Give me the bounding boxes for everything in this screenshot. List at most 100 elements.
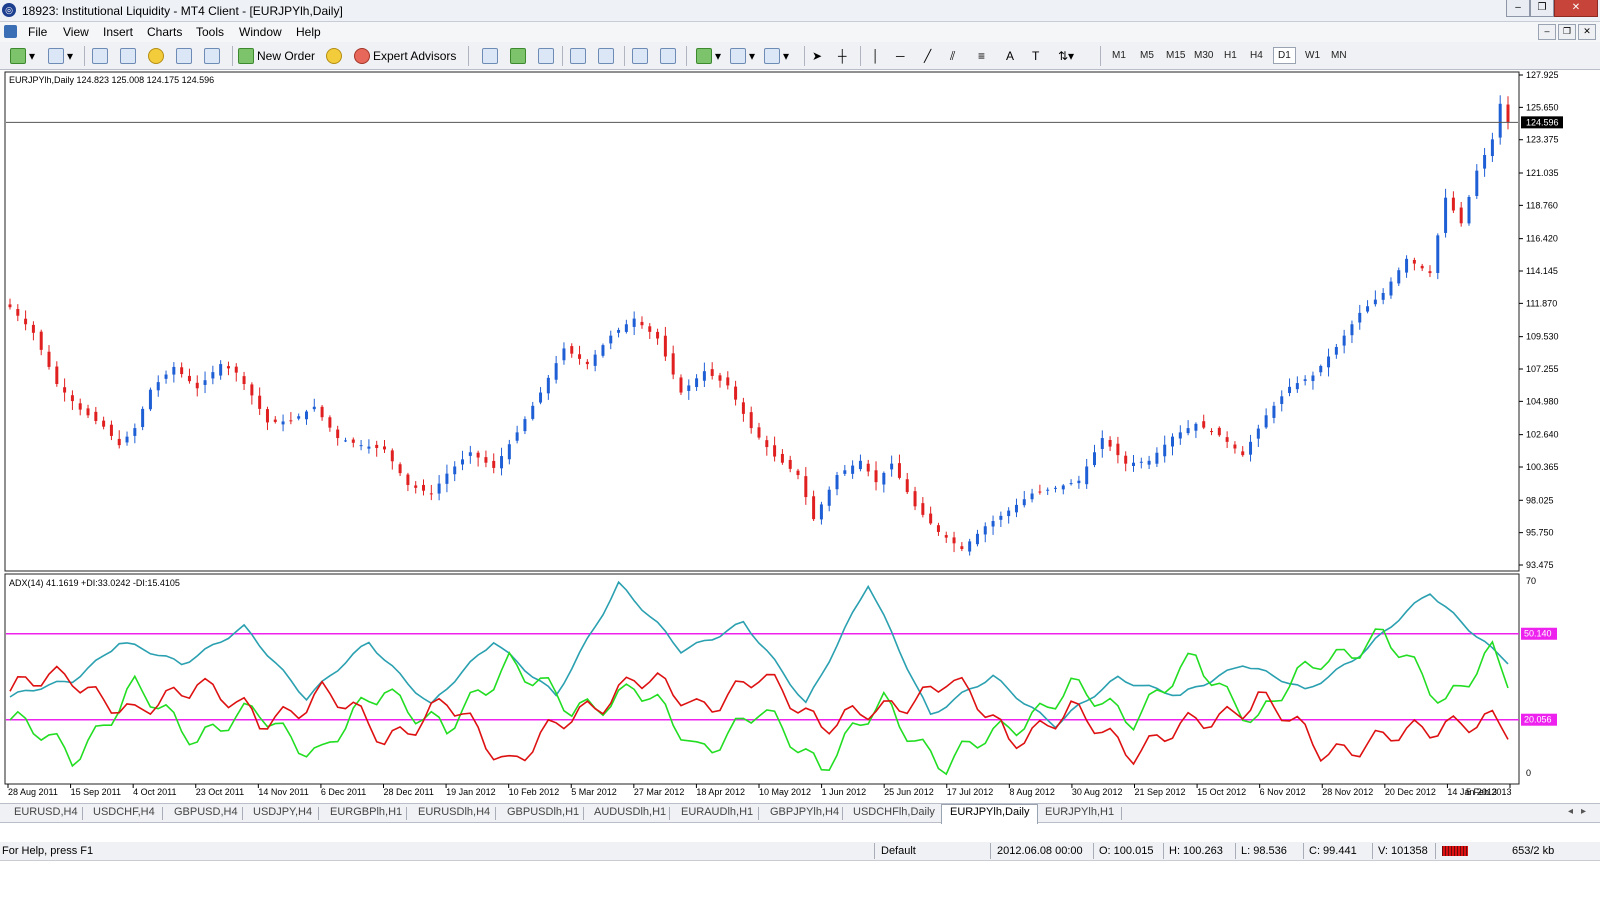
candle-body (617, 329, 621, 333)
templates-button[interactable]: ▾ (764, 46, 789, 66)
menu-window[interactable]: Window (239, 25, 282, 39)
data-window-button[interactable] (148, 46, 164, 66)
candle-body (1217, 427, 1221, 436)
child-minimize-icon[interactable]: – (1538, 24, 1556, 40)
tab-scroll-arrows[interactable]: ◂▸ (1568, 806, 1594, 817)
crosshair-button[interactable]: ┼ (838, 46, 847, 66)
profiles-button[interactable]: ▾ (48, 46, 73, 66)
chart-tab[interactable]: EURGBPlh,H1 (330, 806, 402, 818)
chart-tab[interactable]: GBPJPYlh,H4 (770, 806, 839, 818)
candle-body (476, 452, 480, 458)
zoom-out-button[interactable] (598, 46, 614, 66)
horizontal-line-button[interactable]: ─ (896, 46, 905, 66)
chart-tab[interactable]: USDJPY,H4 (253, 806, 312, 818)
timeframe-h4[interactable]: H4 (1250, 50, 1263, 61)
title-bar: ◎ 18923: Institutional Liquidity - MT4 C… (0, 0, 1600, 22)
terminal-button[interactable] (176, 46, 192, 66)
trendline-button[interactable]: ╱ (924, 46, 931, 66)
price-axis-label: 98.025 (1526, 495, 1554, 505)
vertical-line-button[interactable]: │ (872, 46, 880, 66)
document-icon[interactable] (4, 25, 17, 38)
timeframe-h1[interactable]: H1 (1224, 50, 1237, 61)
chart-tab[interactable]: AUDUSDlh,H1 (594, 806, 666, 818)
candle-body (367, 446, 371, 449)
navigator-button[interactable] (120, 46, 136, 66)
menu-help[interactable]: Help (296, 25, 321, 39)
arrows-button[interactable]: ⇅▾ (1058, 46, 1074, 66)
timeframe-m1[interactable]: M1 (1112, 50, 1126, 61)
horizontal-line-icon: ─ (896, 49, 905, 63)
candle-body (468, 452, 472, 456)
metaeditor-button[interactable] (326, 46, 342, 66)
bar-chart-button[interactable] (482, 46, 498, 66)
child-restore-icon[interactable]: ❐ (1558, 24, 1576, 40)
minimize-icon[interactable]: – (1506, 0, 1530, 17)
zoom-in-icon (570, 48, 586, 64)
menu-file[interactable]: File (28, 25, 47, 39)
candle-body (359, 445, 363, 447)
candle-body (554, 363, 558, 380)
text-button[interactable]: A (1006, 46, 1014, 66)
periods-button[interactable]: ▾ (730, 46, 755, 66)
child-close-icon[interactable]: ✕ (1578, 24, 1596, 40)
chart-tab[interactable]: USDCHF,H4 (93, 806, 155, 818)
expert-advisors-button[interactable]: Expert Advisors (354, 46, 456, 66)
candle-body (570, 346, 574, 354)
chart-tab-active[interactable]: EURJPYlh,Daily (941, 804, 1039, 824)
chart-tab[interactable]: USDCHFlh,Daily (853, 806, 935, 818)
timeframe-mn[interactable]: MN (1331, 50, 1347, 61)
chart-shift-button[interactable] (660, 46, 676, 66)
strategy-tester-button[interactable] (204, 46, 220, 66)
status-high: H: 100.263 (1169, 845, 1223, 857)
date-axis-label: 20 Dec 2012 (1385, 787, 1436, 797)
candle-body (718, 375, 722, 381)
candle-body (1459, 207, 1463, 224)
price-axis-label: 123.375 (1526, 135, 1559, 145)
text-label-button[interactable]: T (1032, 46, 1039, 66)
chart-window[interactable]: EURJPYlh,Daily 124.823 125.008 124.175 1… (4, 71, 1596, 801)
candle-body (1311, 375, 1315, 382)
menu-insert[interactable]: Insert (103, 25, 133, 39)
chart-tab[interactable]: EURUSD,H4 (14, 806, 78, 818)
line-chart-button[interactable] (538, 46, 554, 66)
new-order-button[interactable]: New Order (238, 46, 315, 66)
candlestick-button[interactable] (510, 46, 526, 66)
candle-body (453, 466, 457, 475)
auto-scroll-button[interactable] (632, 46, 648, 66)
date-axis-label: 1 Jun 2012 (822, 787, 867, 797)
candle-body (1498, 103, 1502, 138)
close-icon[interactable]: ✕ (1554, 0, 1598, 17)
zoom-in-button[interactable] (570, 46, 586, 66)
chart-tab[interactable]: EURAUDlh,H1 (681, 806, 753, 818)
timeframe-w1[interactable]: W1 (1305, 50, 1320, 61)
restore-icon[interactable]: ❐ (1530, 0, 1554, 17)
candle-body (383, 446, 386, 450)
new-chart-button[interactable]: ▾ (10, 46, 35, 66)
candle-body (539, 392, 543, 403)
candle-body (702, 371, 706, 381)
chart-shift-icon (660, 48, 676, 64)
chart-tab[interactable]: GBPUSDlh,H1 (507, 806, 579, 818)
candle-body (929, 513, 933, 524)
menu-tools[interactable]: Tools (196, 25, 224, 39)
timeframe-d1[interactable]: D1 (1273, 47, 1296, 64)
candle-body (39, 331, 43, 350)
timeframe-m15[interactable]: M15 (1166, 50, 1185, 61)
candle-body (1225, 437, 1229, 442)
menu-view[interactable]: View (63, 25, 89, 39)
timeframe-m30[interactable]: M30 (1194, 50, 1213, 61)
indicators-button[interactable]: ▾ (696, 46, 721, 66)
level-label: 50.140 (1524, 629, 1552, 639)
equidistant-channel-button[interactable]: ⫽ (950, 46, 955, 66)
menu-charts[interactable]: Charts (147, 25, 182, 39)
cursor-button[interactable]: ➤ (812, 46, 822, 66)
chart-tab[interactable]: EURUSDlh,H4 (418, 806, 490, 818)
market-watch-button[interactable] (92, 46, 108, 66)
timeframe-m5[interactable]: M5 (1140, 50, 1154, 61)
candle-body (390, 450, 394, 462)
zoom-out-icon (598, 48, 614, 64)
fibonacci-button[interactable]: ≡ (978, 46, 985, 66)
chart-tab[interactable]: GBPUSD,H4 (174, 806, 238, 818)
candle-body (125, 436, 129, 443)
chart-tab[interactable]: EURJPYlh,H1 (1045, 806, 1114, 818)
